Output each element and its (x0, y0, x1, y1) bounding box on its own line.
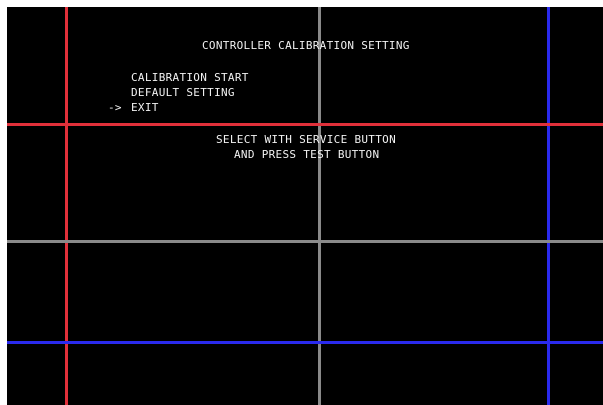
instruction-line-2: AND PRESS TEST BUTTON (234, 148, 380, 161)
menu-item-default-setting[interactable]: DEFAULT SETTING (131, 85, 235, 100)
grid-line-blue-horizontal (7, 341, 603, 344)
grid-line-red-horizontal (7, 123, 603, 126)
grid-line-blue-vertical (547, 7, 550, 405)
selection-cursor: -> (108, 101, 122, 114)
menu-item-exit[interactable]: EXIT (131, 100, 159, 115)
grid-line-gray-horizontal (7, 240, 603, 243)
menu-item-calibration-start[interactable]: CALIBRATION START (131, 70, 249, 85)
grid-line-gray-vertical (318, 7, 321, 405)
calibration-screen: CONTROLLER CALIBRATION SETTING -> CALIBR… (7, 7, 603, 405)
screen-title: CONTROLLER CALIBRATION SETTING (202, 39, 410, 52)
grid-line-red-vertical (65, 7, 68, 405)
instruction-line-1: SELECT WITH SERVICE BUTTON (216, 133, 396, 146)
